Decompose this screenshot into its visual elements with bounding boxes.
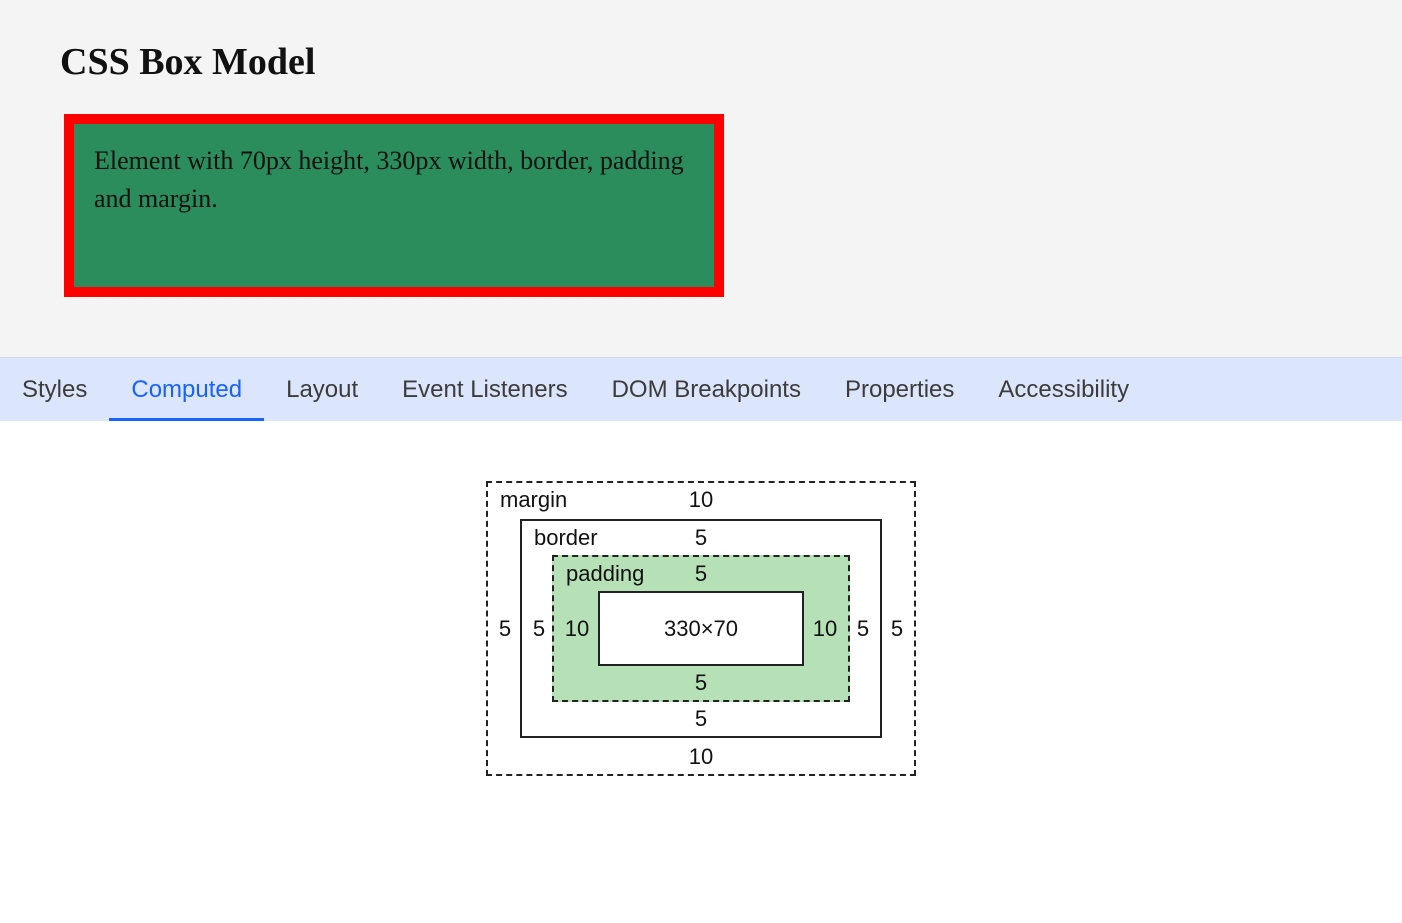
margin-left-value[interactable]: 5 [494,483,516,774]
box-model-diagram: margin 10 5 10 5 border 5 5 5 5 padding … [486,481,916,776]
sample-element: Element with 70px height, 330px width, b… [64,114,724,297]
tab-layout[interactable]: Layout [264,358,380,421]
border-bottom-value[interactable]: 5 [522,708,880,730]
tab-event-listeners[interactable]: Event Listeners [380,358,589,421]
margin-right-value[interactable]: 5 [886,483,908,774]
devtools-tabbar: Styles Computed Layout Event Listeners D… [0,357,1402,421]
border-top-value[interactable]: 5 [522,527,880,549]
tab-computed[interactable]: Computed [109,358,264,421]
computed-panel: margin 10 5 10 5 border 5 5 5 5 padding … [0,421,1402,856]
border-left-value[interactable]: 5 [528,521,550,736]
tab-dom-breakpoints[interactable]: DOM Breakpoints [590,358,823,421]
padding-box[interactable]: padding 5 10 5 10 330×70 [552,555,850,702]
padding-bottom-value[interactable]: 5 [554,672,848,694]
page-title: CSS Box Model [60,40,1402,84]
tab-styles[interactable]: Styles [0,358,109,421]
border-box[interactable]: border 5 5 5 5 padding 5 10 5 10 330×70 [520,519,882,738]
tab-properties[interactable]: Properties [823,358,976,421]
tab-accessibility[interactable]: Accessibility [976,358,1151,421]
sample-element-text: Element with 70px height, 330px width, b… [94,146,684,213]
margin-box[interactable]: margin 10 5 10 5 border 5 5 5 5 padding … [486,481,916,776]
margin-top-value[interactable]: 10 [488,489,914,511]
padding-left-value[interactable]: 10 [562,557,592,700]
page-example-area: CSS Box Model Element with 70px height, … [0,0,1402,357]
border-right-value[interactable]: 5 [852,521,874,736]
padding-top-value[interactable]: 5 [554,563,848,585]
content-box[interactable]: 330×70 [598,591,804,666]
content-size-value[interactable]: 330×70 [664,618,738,640]
margin-bottom-value[interactable]: 10 [488,746,914,768]
